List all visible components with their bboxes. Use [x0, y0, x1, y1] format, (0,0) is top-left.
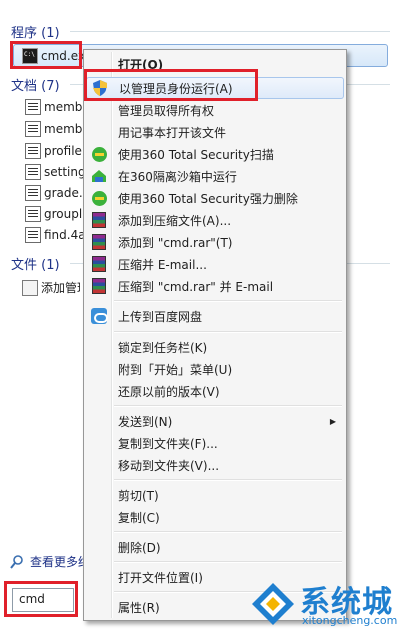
menu-item-move-to-folder[interactable]: 移动到文件夹(V)... [86, 454, 344, 476]
see-more-results-link[interactable]: 查看更多结 [10, 553, 92, 570]
menu-item-copy[interactable]: 复制(C) [86, 506, 344, 528]
result-label: member [44, 99, 83, 114]
menu-item-send-to[interactable]: 发送到(N) ▶ [86, 410, 344, 432]
menu-item-360-force-delete[interactable]: 使用360 Total Security强力删除 [86, 187, 344, 209]
result-document[interactable]: groupl [25, 203, 83, 224]
document-icon [25, 142, 41, 159]
menu-item-add-to-cmd-rar[interactable]: 添加到 "cmd.rar"(T) [86, 231, 344, 253]
result-document[interactable]: member [25, 96, 83, 117]
result-label: find.4a [44, 227, 83, 242]
menu-item-compress-and-email[interactable]: 压缩并 E-mail... [86, 253, 344, 275]
menu-item-360-scan[interactable]: 使用360 Total Security扫描 [86, 143, 344, 165]
result-label: profile. [44, 143, 83, 158]
xitongcheng-logo-icon [252, 583, 294, 625]
menu-separator [114, 405, 342, 407]
watermark-url: xitongcheng.com [302, 614, 398, 627]
highlight-box-search [4, 581, 78, 617]
group-title-documents: 文档 (7) [11, 79, 60, 94]
menu-item-add-to-archive[interactable]: 添加到压缩文件(A)... [86, 209, 344, 231]
result-document[interactable]: setting [25, 161, 83, 182]
360-icon [91, 146, 107, 162]
file-icon [22, 279, 38, 296]
winrar-icon [92, 212, 106, 228]
menu-item-pin-to-start[interactable]: 附到「开始」菜单(U) [86, 358, 344, 380]
highlight-box-cmd [10, 41, 82, 69]
sandbox-icon [92, 170, 106, 182]
result-document[interactable]: profile. [25, 140, 83, 161]
result-document[interactable]: member [25, 118, 83, 139]
menu-item-copy-to-folder[interactable]: 复制到文件夹(F)... [86, 432, 344, 454]
group-title-files: 文件 (1) [11, 258, 60, 273]
result-label: 添加管理 [41, 281, 80, 295]
result-label: member [44, 121, 83, 136]
menu-separator [114, 531, 342, 533]
watermark: 系统城 xitongcheng.com [246, 571, 404, 631]
divider [70, 31, 390, 32]
result-label: setting [44, 164, 83, 179]
winrar-icon [92, 278, 106, 294]
result-document[interactable]: find.4a [25, 224, 83, 245]
document-icon [25, 184, 41, 201]
menu-separator [114, 479, 342, 481]
menu-item-pin-to-taskbar[interactable]: 锁定到任务栏(K) [86, 336, 344, 358]
winrar-icon [92, 256, 106, 272]
menu-separator [114, 561, 342, 563]
menu-item-upload-baidu[interactable]: 上传到百度网盘 [86, 305, 344, 327]
360-icon [91, 190, 107, 206]
magnifier-icon [10, 554, 23, 569]
highlight-box-run-as-admin [84, 69, 258, 101]
baidu-netdisk-icon [91, 308, 108, 324]
result-label: groupl [44, 206, 83, 221]
menu-separator [114, 300, 342, 302]
document-icon [25, 120, 41, 137]
document-icon [25, 205, 41, 222]
menu-item-delete[interactable]: 删除(D) [86, 536, 344, 558]
menu-item-compress-to-cmd-rar-and-email[interactable]: 压缩到 "cmd.rar" 并 E-mail [86, 275, 344, 297]
menu-item-restore-previous-versions[interactable]: 还原以前的版本(V) [86, 380, 344, 402]
document-icon [25, 98, 41, 115]
result-document[interactable]: grade. [25, 182, 83, 203]
menu-separator [114, 331, 342, 333]
result-label: grade. [44, 185, 83, 200]
submenu-arrow-icon: ▶ [329, 416, 336, 426]
menu-item-open-with-notepad[interactable]: 用记事本打开该文件 [86, 121, 344, 143]
context-menu: 打开(O) 以管理员身份运行(A) 管理员取得所有权 用记事本打开该文件 使用3… [83, 49, 347, 621]
menu-item-360-sandbox[interactable]: 在360隔离沙箱中运行 [86, 165, 344, 187]
document-icon [25, 226, 41, 243]
result-file[interactable]: 添加管理 [22, 277, 80, 298]
menu-item-cut[interactable]: 剪切(T) [86, 484, 344, 506]
menu-item-take-ownership[interactable]: 管理员取得所有权 [86, 99, 344, 121]
winrar-icon [92, 234, 106, 250]
group-title-programs: 程序 (1) [11, 26, 60, 41]
document-icon [25, 163, 41, 180]
